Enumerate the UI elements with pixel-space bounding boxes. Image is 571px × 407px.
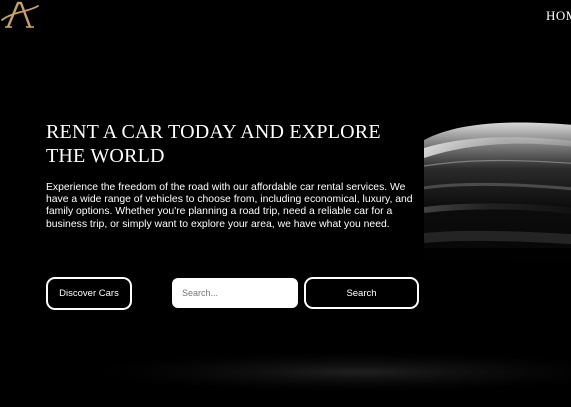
search-button[interactable]: Search <box>304 277 419 309</box>
search-input[interactable] <box>172 278 298 308</box>
page: HOM RENT A CAR TODAY AND EXPLORE THE WOR… <box>0 0 571 407</box>
nav-home-link[interactable]: HOM <box>546 8 571 24</box>
hero-title: RENT A CAR TODAY AND EXPLORE THE WORLD <box>46 121 381 167</box>
hero-description: Experience the freedom of the road with … <box>46 182 413 230</box>
discover-cars-button[interactable]: Discover Cars <box>46 277 132 310</box>
car-silhouette-image <box>424 118 571 278</box>
brand-a-logo[interactable] <box>0 0 40 30</box>
